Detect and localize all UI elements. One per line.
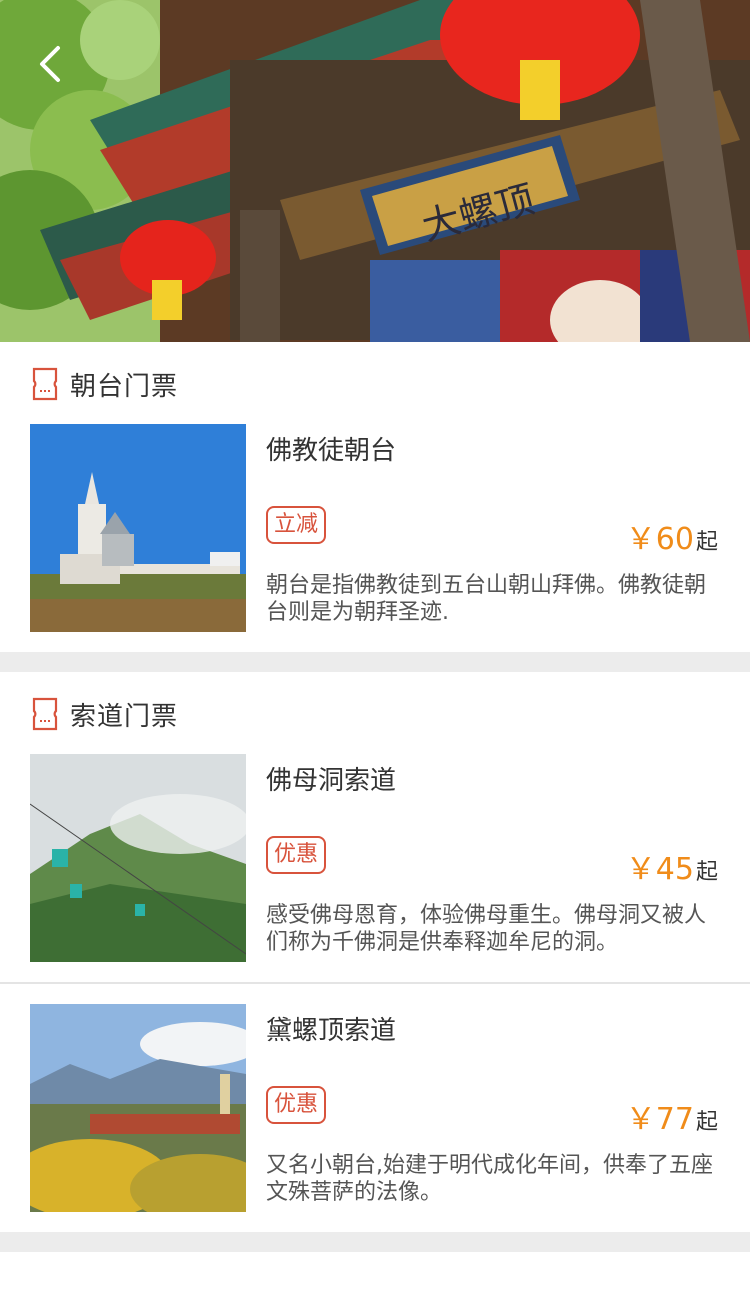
- item-thumbnail: [30, 754, 246, 962]
- item-name: 佛母洞索道: [266, 766, 397, 796]
- item-price: ￥ 77 起: [626, 1094, 718, 1138]
- discount-badge: 立减: [266, 506, 327, 544]
- section-separator: [0, 652, 750, 672]
- section-title: 朝台门票: [70, 371, 179, 402]
- item-thumbnail: [30, 1004, 246, 1212]
- item-description: 朝台是指佛教徒到五台山朝山拜佛。佛教徒朝台则是为朝拜圣迹.: [266, 573, 707, 625]
- section-pilgrimage-tickets: 朝台门票 佛教徒朝台 立减 ￥ 60 起 朝台是指佛教徒到五台山朝山拜佛。佛教徒…: [0, 342, 750, 652]
- price-value: 77: [655, 1102, 694, 1137]
- item-name: 黛螺顶索道: [266, 1016, 397, 1046]
- ticket-item-dailuoding-cableway[interactable]: 黛螺顶索道 优惠 ￥ 77 起 又名小朝台,始建于明代成化年间，供奉了五座文殊菩…: [0, 1004, 750, 1214]
- price-value: 60: [655, 522, 694, 557]
- ticket-item-fomu-cableway[interactable]: 佛母洞索道 优惠 ￥ 45 起 感受佛母恩育，体验佛母重生。佛母洞又被人们称为千…: [0, 754, 750, 964]
- item-price: ￥ 60 起: [626, 514, 718, 558]
- item-description: 又名小朝台,始建于明代成化年间，供奉了五座文殊菩萨的法像。: [266, 1153, 713, 1205]
- item-description: 感受佛母恩育，体验佛母重生。佛母洞又被人们称为千佛洞是供奉释迦牟尼的洞。: [266, 903, 707, 955]
- back-button[interactable]: [28, 40, 76, 88]
- price-symbol: ￥: [625, 1102, 656, 1137]
- discount-badge: 优惠: [266, 836, 327, 874]
- ticket-icon: [32, 697, 58, 731]
- temple-gate-image: 大螺顶: [0, 0, 750, 342]
- section-title: 索道门票: [70, 701, 179, 732]
- section-separator: [0, 1232, 750, 1252]
- chevron-left-icon: [40, 46, 60, 82]
- price-suffix: 起: [695, 1110, 718, 1135]
- price-value: 45: [655, 852, 694, 887]
- item-price: ￥ 45 起: [626, 844, 718, 888]
- item-divider: [0, 982, 750, 984]
- price-symbol: ￥: [625, 522, 656, 557]
- section-header: 索道门票: [32, 694, 178, 734]
- item-name: 佛教徒朝台: [266, 436, 397, 466]
- section-header: 朝台门票: [32, 364, 178, 404]
- price-suffix: 起: [695, 530, 718, 555]
- item-thumbnail: [30, 424, 246, 632]
- price-suffix: 起: [695, 860, 718, 885]
- section-cableway-tickets: 索道门票 佛母洞索道 优惠 ￥ 45 起 感受佛母恩育，体验佛母重生。佛母洞又被…: [0, 672, 750, 1232]
- ticket-icon: [32, 367, 58, 401]
- hero-banner: 大螺顶: [0, 0, 750, 342]
- price-symbol: ￥: [625, 852, 656, 887]
- discount-badge: 优惠: [266, 1086, 327, 1124]
- ticket-item-pilgrimage[interactable]: 佛教徒朝台 立减 ￥ 60 起 朝台是指佛教徒到五台山朝山拜佛。佛教徒朝台则是为…: [0, 424, 750, 634]
